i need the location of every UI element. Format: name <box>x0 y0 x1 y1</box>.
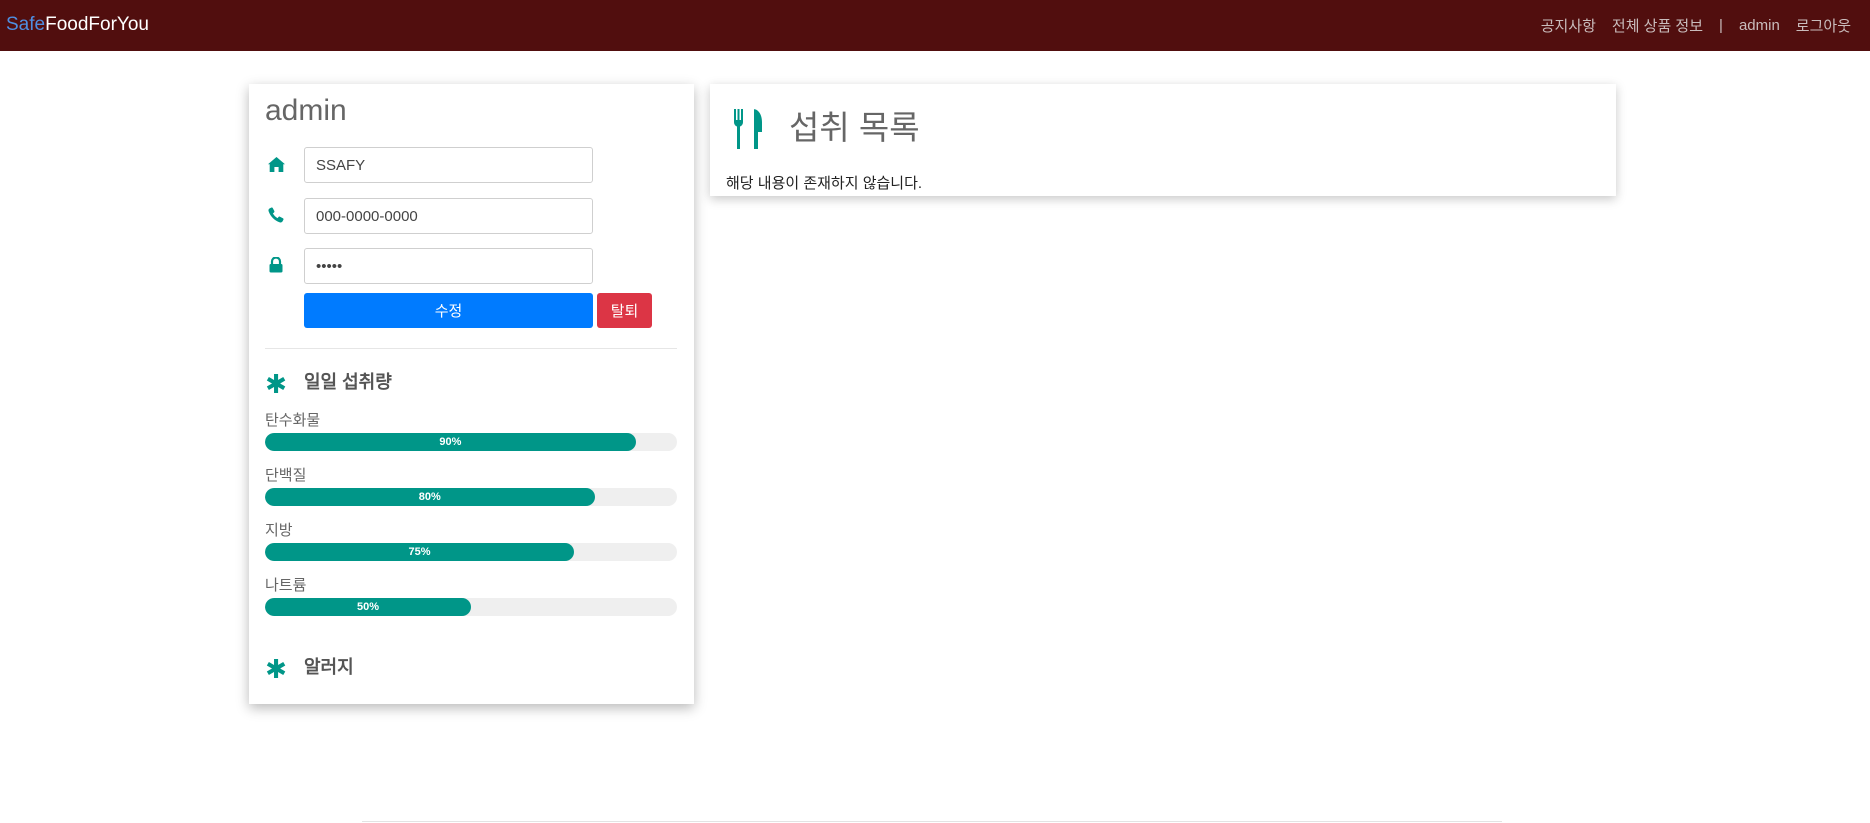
nav-link-user[interactable]: admin <box>1739 17 1780 34</box>
nutrient-label: 단백질 <box>265 467 307 484</box>
daily-intake-header: ✱ 일일 섭취량 <box>265 369 392 399</box>
progress-bar: 50% <box>265 598 677 616</box>
progress-fill: 50% <box>265 598 471 616</box>
asterisk-icon: ✱ <box>265 654 287 684</box>
nav-link-logout[interactable]: 로그아웃 <box>1796 15 1851 36</box>
phone-icon <box>265 204 287 226</box>
progress-bar: 80% <box>265 488 677 506</box>
progress-percent: 80% <box>418 491 441 503</box>
nav-link-notice[interactable]: 공지사항 <box>1541 15 1596 36</box>
brand-logo[interactable]: SafeFoodForYou <box>6 14 149 36</box>
daily-intake-title: 일일 섭취량 <box>304 372 392 392</box>
footer-divider <box>362 821 1502 822</box>
progress-bar: 90% <box>265 433 677 451</box>
nutrient-label: 탄수화물 <box>265 412 321 429</box>
progress-fill: 75% <box>265 543 574 561</box>
address-row <box>265 147 665 183</box>
intake-list-card: 섭취 목록 해당 내용이 존재하지 않습니다. <box>710 84 1616 196</box>
nav-link-products[interactable]: 전체 상품 정보 <box>1612 15 1703 36</box>
brand-rest-text: FoodForYou <box>45 14 149 35</box>
lock-icon <box>265 254 287 276</box>
home-icon <box>265 153 287 175</box>
phone-row <box>265 198 665 234</box>
profile-card: admin 수정 탈퇴 ✱ 일일 섭취량 탄수화 <box>249 84 694 704</box>
progress-percent: 90% <box>439 436 462 448</box>
profile-username: admin <box>265 94 347 127</box>
top-navbar: SafeFoodForYou 공지사항 전체 상품 정보 | admin 로그아… <box>0 0 1870 51</box>
password-row <box>265 248 665 284</box>
progress-fill: 80% <box>265 488 595 506</box>
empty-message: 해당 내용이 존재하지 않습니다. <box>726 175 923 192</box>
withdraw-button[interactable]: 탈퇴 <box>597 293 652 328</box>
nav-links: 공지사항 전체 상품 정보 | admin 로그아웃 <box>1541 15 1851 36</box>
utensils-icon <box>733 109 763 149</box>
section-divider <box>265 348 677 349</box>
edit-button[interactable]: 수정 <box>304 293 593 328</box>
nutrient-label: 지방 <box>265 522 293 539</box>
allergy-title: 알러지 <box>304 657 354 677</box>
password-input[interactable] <box>304 248 593 284</box>
nutrient-sodium: 나트륨 50% <box>265 577 677 617</box>
brand-safe-text: Safe <box>6 14 46 35</box>
phone-input[interactable] <box>304 198 593 234</box>
intake-list-title: 섭취 목록 <box>789 109 920 146</box>
nutrient-protein: 단백질 80% <box>265 467 677 507</box>
asterisk-icon: ✱ <box>265 369 287 399</box>
nutrient-label: 나트륨 <box>265 577 307 594</box>
nutrient-fat: 지방 75% <box>265 522 677 562</box>
address-input[interactable] <box>304 147 593 183</box>
nav-separator: | <box>1719 17 1723 34</box>
allergy-header: ✱ 알러지 <box>265 654 354 684</box>
progress-percent: 75% <box>408 546 431 558</box>
progress-bar: 75% <box>265 543 677 561</box>
progress-fill: 90% <box>265 433 636 451</box>
progress-percent: 50% <box>356 601 380 613</box>
nutrient-carbs: 탄수화물 90% <box>265 412 677 452</box>
